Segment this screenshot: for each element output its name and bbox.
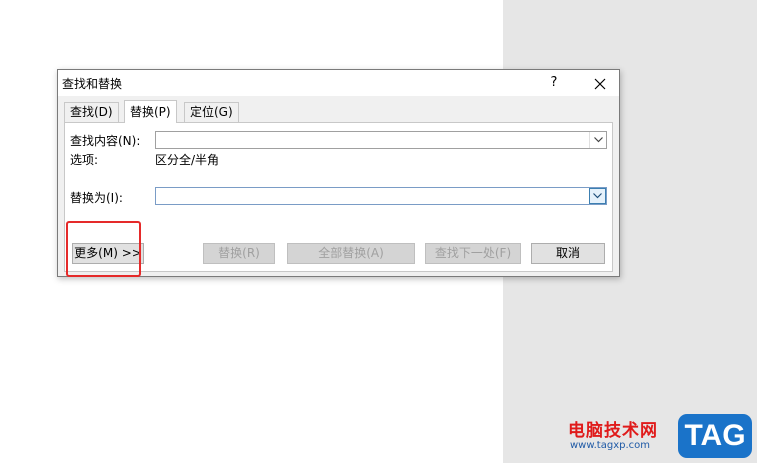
- replace-with-label: 替换为(I):: [70, 191, 123, 205]
- find-what-input[interactable]: [157, 132, 589, 148]
- replace-all-button[interactable]: 全部替换(A): [287, 243, 415, 264]
- replace-with-dropdown-button[interactable]: [589, 188, 606, 204]
- tab-goto[interactable]: 定位(G): [184, 102, 239, 122]
- replace-tab-panel: 查找内容(N): 选项: 区分全/半角 替换为(I): 更多(M) >> 替换(…: [64, 122, 613, 272]
- watermark-site-name: 电脑技术网: [568, 421, 658, 441]
- annotation-highlight-box: [66, 221, 141, 277]
- find-replace-dialog: 查找和替换 ? 查找(D) 替换(P) 定位(G) 查找内容(N): 选项: 区…: [57, 69, 620, 277]
- close-icon: [594, 78, 606, 89]
- chevron-down-icon: [593, 137, 603, 143]
- close-button[interactable]: [582, 70, 618, 96]
- options-value: 区分全/半角: [155, 153, 220, 167]
- dialog-titlebar: 查找和替换 ?: [58, 70, 619, 96]
- watermark-tag-logo: TAG: [678, 414, 752, 458]
- chevron-down-icon: [593, 193, 602, 199]
- find-what-label: 查找内容(N):: [70, 134, 141, 148]
- replace-button[interactable]: 替换(R): [203, 243, 275, 264]
- dialog-title: 查找和替换: [62, 77, 123, 91]
- tab-replace[interactable]: 替换(P): [124, 100, 177, 123]
- help-button[interactable]: ?: [540, 70, 568, 96]
- watermark-url: www.tagxp.com: [570, 440, 650, 451]
- options-label: 选项:: [70, 153, 99, 167]
- replace-with-input[interactable]: [157, 188, 589, 204]
- replace-with-combobox[interactable]: [155, 187, 607, 205]
- find-what-combobox[interactable]: [155, 131, 607, 149]
- watermark: 电脑技术网 www.tagxp.com TAG: [566, 412, 754, 460]
- find-what-dropdown-button[interactable]: [589, 132, 606, 148]
- cancel-button[interactable]: 取消: [531, 243, 605, 264]
- tab-find[interactable]: 查找(D): [64, 102, 119, 122]
- find-next-button[interactable]: 查找下一处(F): [425, 243, 521, 264]
